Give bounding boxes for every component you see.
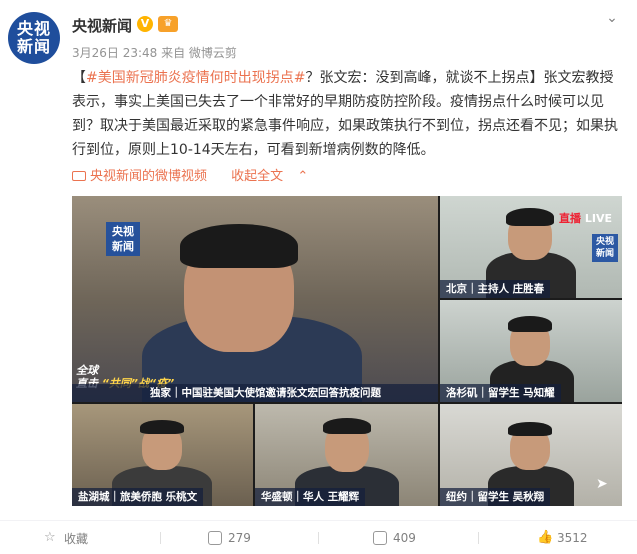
live-badge: 直播 LIVE: [555, 210, 616, 226]
video-pane-ny: ➤ 纽约｜留学生 吴秋翔: [440, 404, 622, 506]
video-link-label: 央视新闻的微博视频: [90, 169, 208, 184]
comment-button[interactable]: 409: [373, 528, 416, 548]
dc-hair: [323, 418, 371, 434]
chevron-down-icon[interactable]: ⌄: [602, 10, 622, 26]
ny-hair: [508, 422, 552, 436]
avatar-text-bottom: 新闻: [16, 37, 51, 56]
host-caption: 北京｜主持人 庄胜春: [440, 280, 551, 298]
video-pane-dc: 华盛顿｜华人 王耀辉: [255, 404, 438, 506]
avatar-text-top: 央视: [16, 19, 51, 38]
repost-count: 279: [228, 531, 251, 545]
live-suffix: LIVE: [584, 212, 612, 225]
account-name[interactable]: 央视新闻: [72, 15, 132, 36]
bracket-open: 【: [72, 70, 86, 86]
video-pane-slc: 盐湖城｜旅美侨胞 乐桃文: [72, 404, 253, 506]
hashtag-link[interactable]: #美国新冠肺炎疫情何时出现拐点#: [86, 70, 305, 86]
small-logo-1: 央视: [595, 237, 614, 247]
avatar[interactable]: 央视 新闻: [8, 12, 60, 64]
video-link[interactable]: 央视新闻的微博视频: [72, 169, 217, 184]
cctv-logo: 央视 新闻: [106, 222, 140, 256]
live-label: 直播: [559, 212, 582, 225]
post-meta: 3月26日 23:48 来自 微博云剪: [72, 46, 237, 60]
repost-button[interactable]: 279: [208, 528, 251, 548]
post-actions: 央视新闻的微博视频 收起全文 ⌃: [72, 165, 328, 184]
footer-divider: [0, 520, 637, 521]
repost-icon: [208, 531, 222, 545]
speaker-hair: [180, 224, 298, 268]
verified-icon: V: [137, 16, 153, 32]
collapse-link[interactable]: 收起全文 ⌃: [231, 169, 318, 184]
footer-separator: [478, 532, 479, 544]
footer-separator: [160, 532, 161, 544]
host-hair: [506, 208, 554, 226]
video-player[interactable]: 央视新闻 全球直击 “共同”战“疫” 独家｜中国驻美国大使馆邀请张文宏回答抗疫问…: [72, 196, 622, 506]
cctv-logo-small: 央视 新闻: [592, 234, 618, 262]
like-count: 3512: [557, 531, 588, 545]
la-hair: [508, 316, 552, 332]
footer-separator: [318, 532, 319, 544]
main-caption: 独家｜中国驻美国大使馆邀请张文宏回答抗疫问题: [72, 384, 438, 402]
video-pane-main: 央视新闻 全球直击 “共同”战“疫” 独家｜中国驻美国大使馆邀请张文宏回答抗疫问…: [72, 196, 438, 402]
ny-caption: 纽约｜留学生 吴秋翔: [440, 488, 551, 506]
favorite-label: 收藏: [64, 531, 89, 546]
dc-caption: 华盛顿｜华人 王耀辉: [255, 488, 366, 506]
share-icon[interactable]: ➤: [596, 476, 612, 492]
logo-line-1: 央视: [112, 225, 134, 238]
like-button[interactable]: 👍 3512: [537, 528, 588, 548]
chevron-up-icon: ⌃: [297, 169, 309, 184]
weibo-post-card: 央视 新闻 央视新闻 V ♛ 3月26日 23:48 来自 微博云剪 ⌄ 【#美…: [0, 0, 637, 554]
comment-count: 409: [393, 531, 416, 545]
star-icon: ☆: [44, 530, 56, 545]
video-icon: [72, 171, 86, 181]
small-logo-2: 新闻: [595, 249, 614, 259]
post-text: 【#美国新冠肺炎疫情何时出现拐点#？张文宏：没到高峰，就谈不上拐点】张文宏教授表…: [72, 66, 622, 162]
collapse-label: 收起全文: [231, 169, 284, 184]
thumbs-up-icon: 👍: [537, 530, 554, 545]
slc-hair: [140, 420, 184, 434]
global-1: 全球: [76, 364, 98, 377]
video-pane-host: 直播 LIVE 央视新闻 北京｜主持人 庄胜春: [440, 196, 622, 298]
favorite-button[interactable]: ☆ 收藏: [44, 528, 88, 548]
la-caption: 洛杉矶｜留学生 马知耀: [440, 384, 561, 402]
slc-caption: 盐湖城｜旅美侨胞 乐桃文: [72, 488, 204, 506]
video-pane-la: 洛杉矶｜留学生 马知耀: [440, 300, 622, 402]
vip-medal-icon: ♛: [158, 16, 178, 32]
logo-line-2: 新闻: [112, 240, 134, 253]
comment-icon: [373, 531, 387, 545]
